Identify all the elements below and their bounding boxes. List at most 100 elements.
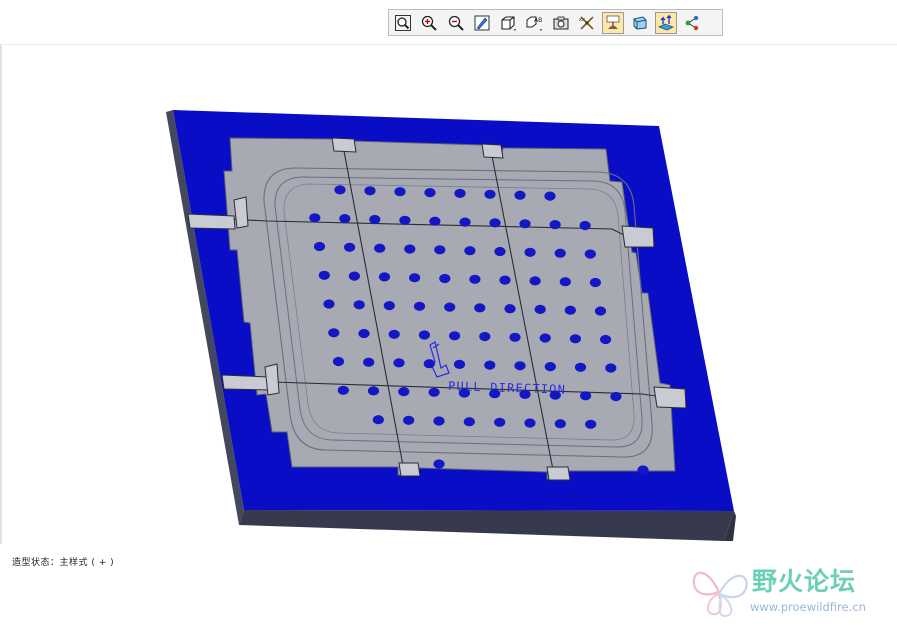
hole bbox=[399, 215, 411, 225]
hole bbox=[358, 328, 370, 339]
hole bbox=[453, 359, 466, 369]
hole bbox=[529, 276, 541, 286]
hole bbox=[579, 220, 591, 231]
annotation-icon bbox=[606, 15, 620, 29]
hole bbox=[378, 272, 391, 282]
svg-text:xx: xx bbox=[579, 17, 585, 23]
hole bbox=[463, 417, 475, 427]
zoom-out-button[interactable] bbox=[445, 12, 467, 34]
cube-icon bbox=[501, 15, 517, 31]
butterfly-logo-icon bbox=[692, 571, 748, 618]
repaint-button[interactable] bbox=[471, 12, 493, 34]
hole bbox=[594, 306, 607, 316]
hole bbox=[454, 188, 466, 198]
hole bbox=[554, 248, 566, 258]
zoom-in-button[interactable] bbox=[418, 12, 440, 34]
hole bbox=[585, 419, 597, 429]
hole bbox=[318, 270, 330, 280]
hole bbox=[369, 214, 381, 225]
hole bbox=[404, 244, 416, 254]
plate-bottom-side bbox=[239, 510, 734, 541]
zoom-out-icon bbox=[448, 15, 464, 31]
hole bbox=[423, 359, 435, 369]
hole bbox=[374, 243, 386, 253]
hole bbox=[444, 302, 456, 312]
hole bbox=[524, 418, 536, 428]
hole bbox=[554, 419, 566, 429]
hole bbox=[388, 329, 400, 339]
model-tree-button[interactable] bbox=[681, 12, 703, 34]
layers-button[interactable] bbox=[550, 12, 572, 34]
saved-views-icon: AB bbox=[526, 16, 543, 31]
hole bbox=[484, 360, 496, 370]
hole bbox=[413, 301, 426, 311]
spin-center-button[interactable] bbox=[629, 12, 651, 34]
hole bbox=[489, 389, 501, 399]
hole bbox=[433, 416, 445, 426]
hole bbox=[372, 415, 384, 425]
tree-icon bbox=[685, 15, 699, 30]
hole bbox=[489, 218, 501, 228]
hole bbox=[564, 305, 576, 315]
hole bbox=[334, 185, 346, 195]
hole bbox=[514, 361, 526, 371]
hole bbox=[559, 277, 571, 287]
display-style-button[interactable] bbox=[497, 12, 519, 34]
hole bbox=[364, 186, 376, 196]
hole bbox=[469, 274, 481, 284]
hole bbox=[439, 273, 451, 284]
hole bbox=[519, 389, 531, 399]
hole bbox=[434, 245, 446, 255]
hole bbox=[514, 190, 526, 200]
datum-icon: xx bbox=[579, 15, 594, 30]
hole bbox=[367, 386, 380, 396]
hole bbox=[418, 330, 430, 340]
zoom-fit-button[interactable] bbox=[392, 12, 414, 34]
hole bbox=[499, 275, 511, 285]
hole bbox=[464, 246, 476, 256]
view-toolbar: AB xx bbox=[388, 9, 723, 36]
hole bbox=[589, 277, 602, 288]
hole bbox=[484, 189, 496, 199]
hole bbox=[605, 363, 617, 373]
hole bbox=[433, 459, 445, 469]
hole bbox=[403, 415, 415, 425]
hole bbox=[544, 191, 556, 201]
hole bbox=[459, 217, 471, 227]
hole bbox=[474, 303, 486, 313]
annotation-display-button[interactable] bbox=[602, 11, 625, 34]
hole bbox=[524, 247, 536, 257]
watermark-title: 野火论坛 bbox=[752, 567, 857, 596]
hole bbox=[534, 304, 546, 314]
datum-display-button[interactable]: xx bbox=[576, 12, 598, 34]
hole bbox=[549, 390, 561, 400]
hole bbox=[383, 301, 395, 311]
pull-direction-button[interactable] bbox=[654, 11, 677, 34]
zoom-fit-icon bbox=[395, 14, 411, 31]
hole bbox=[458, 388, 470, 398]
hole bbox=[479, 331, 491, 342]
hole bbox=[332, 356, 345, 367]
hole bbox=[393, 358, 405, 368]
hole bbox=[610, 391, 622, 402]
hole bbox=[509, 332, 521, 342]
graphics-viewport[interactable]: PULL DIRECTION bbox=[0, 44, 897, 544]
watermark-url: www.proewildfire.cn bbox=[750, 600, 866, 614]
hole bbox=[353, 300, 365, 310]
hole bbox=[494, 246, 506, 257]
hole bbox=[398, 387, 410, 397]
saved-views-button[interactable]: AB bbox=[523, 12, 545, 34]
hole bbox=[504, 304, 516, 314]
hole bbox=[429, 216, 441, 226]
hole bbox=[449, 331, 461, 341]
hole bbox=[569, 334, 582, 344]
hole bbox=[339, 214, 351, 224]
hole bbox=[409, 273, 421, 283]
hole bbox=[394, 187, 406, 197]
repaint-icon bbox=[474, 15, 490, 30]
hole bbox=[549, 220, 561, 230]
hole bbox=[344, 242, 356, 252]
hole bbox=[584, 249, 596, 259]
hole bbox=[309, 213, 321, 223]
pull-direction-icon bbox=[657, 13, 674, 30]
